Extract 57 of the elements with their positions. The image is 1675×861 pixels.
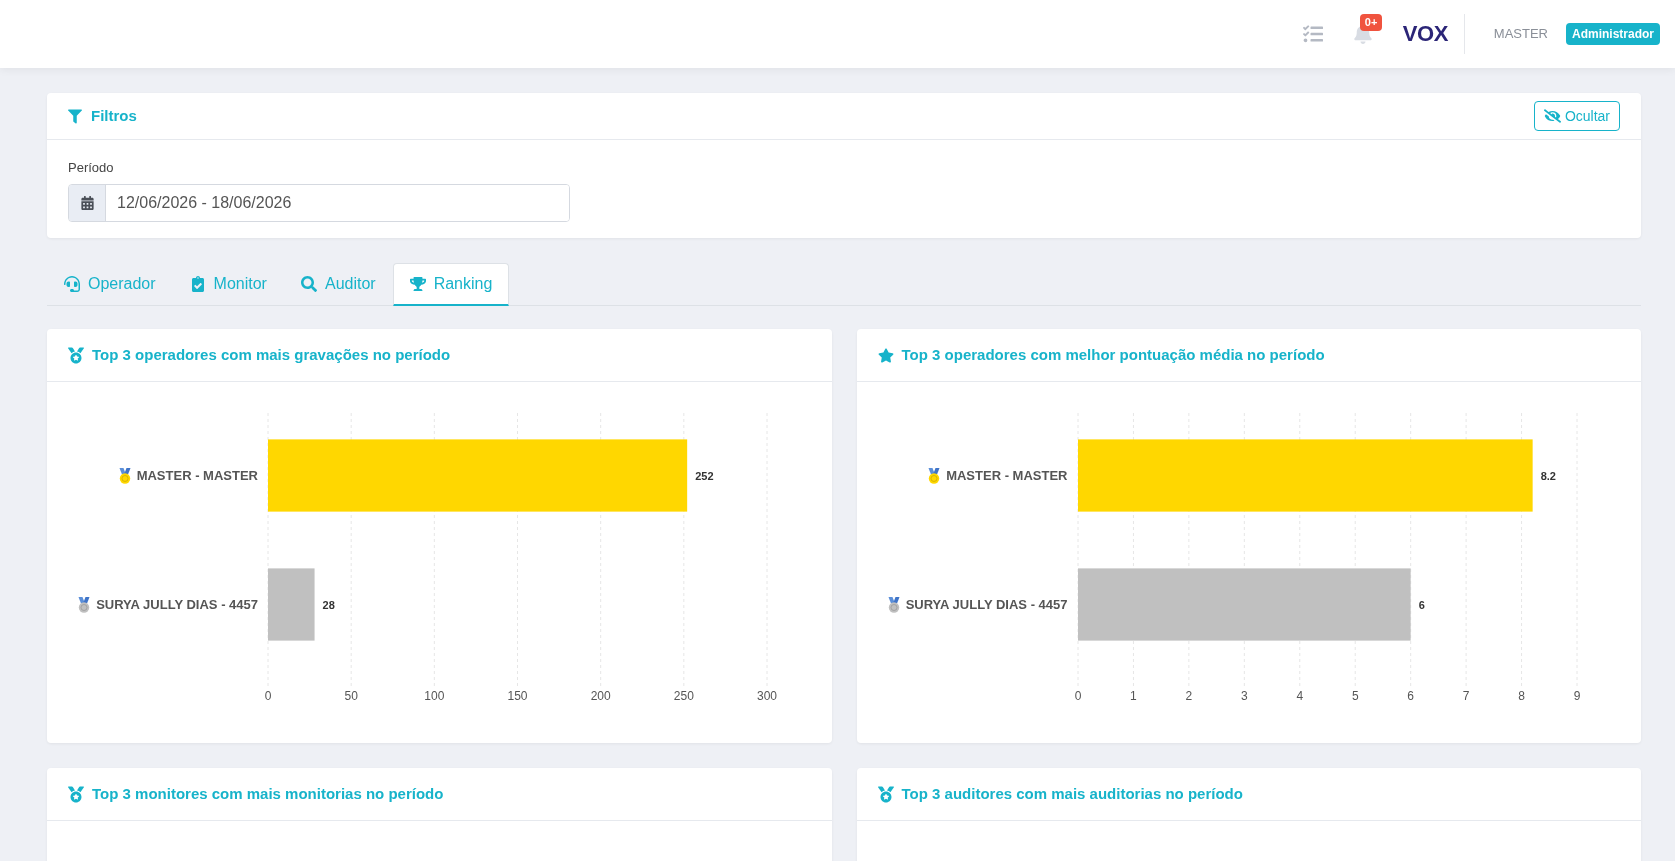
axis-tick-label: 300: [757, 689, 777, 703]
axis-tick-label: 4: [1295, 689, 1303, 703]
medal-icon: [118, 467, 131, 484]
tab[interactable]: Ranking: [392, 263, 510, 306]
card-title: Top 3 monitores com mais monitorias no período: [92, 783, 444, 804]
axis-tick-label: 9: [1573, 689, 1580, 703]
card-title: Top 3 auditores com mais auditorias no período: [901, 783, 1243, 804]
star-icon: [877, 346, 894, 364]
tab[interactable]: Operador: [47, 263, 173, 306]
axis-tick-label: 7: [1462, 689, 1469, 703]
medal-icon: [68, 346, 84, 364]
medal-icon: [877, 785, 894, 803]
date-range-field[interactable]: 12/06/2026 - 18/06/2026: [68, 184, 570, 222]
medal-icon: [887, 596, 900, 613]
axis-tick-label: 5: [1351, 689, 1359, 703]
category-label: SURYA JULLY DIAS - 4457: [905, 595, 1068, 614]
checklist-icon[interactable]: [1301, 24, 1324, 44]
category-label: MASTER - MASTER: [136, 466, 258, 485]
hide-button[interactable]: Ocultar: [1533, 101, 1620, 131]
axis-tick-label: 2: [1185, 689, 1192, 703]
search-icon: [300, 276, 317, 292]
medal-icon: [68, 785, 84, 803]
filter-icon: [68, 108, 82, 124]
axis-tick-label: 150: [507, 689, 528, 703]
axis-tick-label: 50: [344, 689, 358, 703]
filters-title: Filtros: [91, 105, 137, 126]
axis-tick-label: 3: [1240, 689, 1248, 703]
axis-tick-label: 8: [1517, 689, 1525, 703]
tab[interactable]: Auditor: [283, 263, 393, 306]
axis-tick-label: 0: [264, 689, 272, 703]
axis-tick-label: 100: [424, 689, 445, 703]
user-name: MASTER: [1493, 25, 1548, 44]
value-label: 28: [322, 598, 335, 611]
brand-logo: VOX: [1402, 23, 1448, 45]
calendar-icon: [80, 196, 94, 210]
headset-icon: [64, 276, 80, 292]
clipboard-check-icon: [189, 276, 206, 292]
category-label: MASTER - MASTER: [946, 466, 1068, 485]
role-badge: Administrador: [1566, 23, 1660, 45]
axis-tick-label: 200: [590, 689, 611, 703]
value-label: 8.2: [1540, 469, 1556, 482]
medal-icon: [78, 596, 91, 613]
value-label: 6: [1418, 598, 1425, 611]
eye-slash-icon: [1543, 109, 1561, 123]
value-label: 252: [695, 469, 714, 482]
medal-icon: [928, 467, 941, 484]
axis-tick-label: 1: [1129, 689, 1137, 703]
tab[interactable]: Monitor: [172, 263, 284, 306]
axis-tick-label: 6: [1406, 689, 1414, 703]
card-title: Top 3 operadores com melhor pontuação média no período: [901, 344, 1325, 365]
category-label: SURYA JULLY DIAS - 4457: [96, 595, 258, 614]
period-label: Período: [68, 159, 114, 177]
axis-tick-label: 0: [1074, 689, 1081, 703]
axis-tick-label: 250: [673, 689, 694, 703]
trophy-icon: [409, 276, 426, 292]
card-title: Top 3 operadores com mais gravações no período: [92, 344, 451, 365]
notification-badge: 0+: [1359, 14, 1383, 31]
